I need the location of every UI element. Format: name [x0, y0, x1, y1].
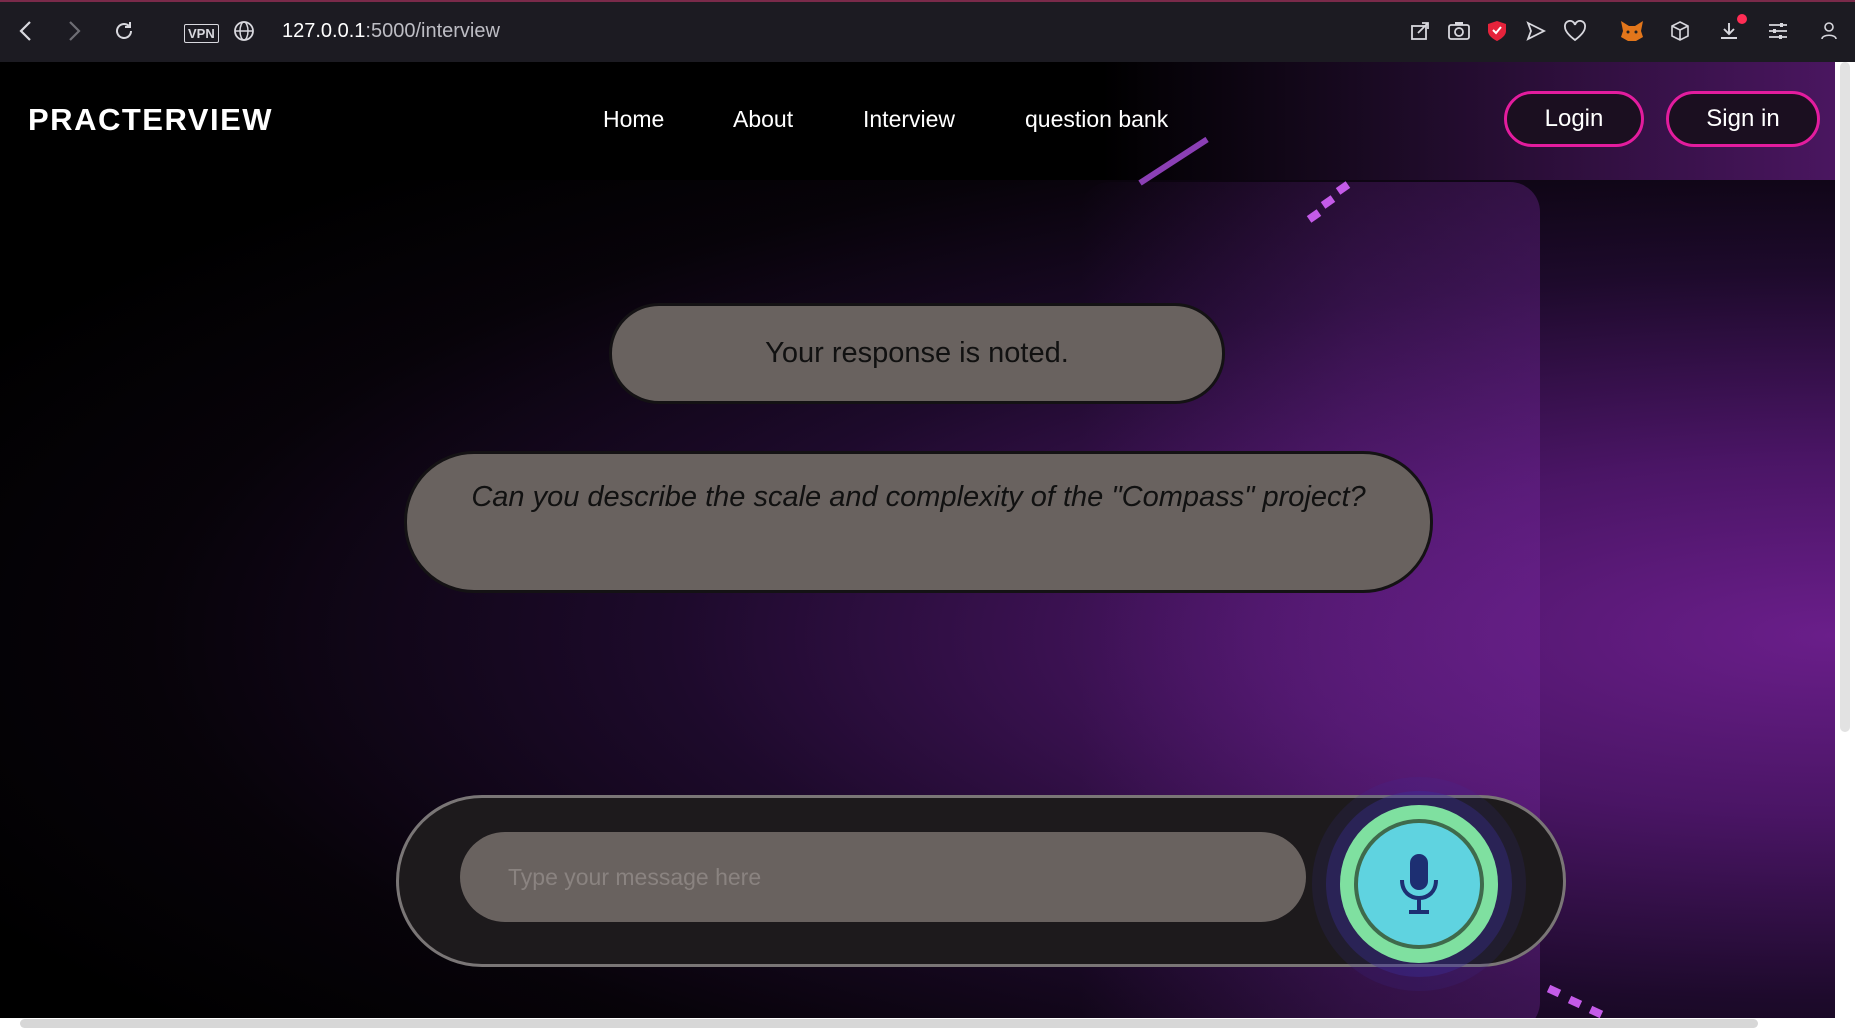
- nav-link-interview[interactable]: Interview: [863, 106, 955, 133]
- send-icon[interactable]: [1522, 17, 1550, 45]
- url-path: :5000/interview: [365, 20, 500, 42]
- decorative-dash: [1320, 195, 1336, 209]
- shield-icon[interactable]: [1483, 17, 1511, 45]
- status-message-bubble: Your response is noted.: [609, 303, 1225, 404]
- microphone-icon: [1354, 819, 1484, 949]
- camera-icon[interactable]: [1445, 17, 1473, 45]
- vertical-scrollbar[interactable]: [1840, 62, 1850, 732]
- metamask-fox-icon[interactable]: [1618, 17, 1646, 45]
- message-input[interactable]: [460, 832, 1306, 922]
- decorative-dash: [1335, 181, 1351, 195]
- decorative-dash: [1567, 995, 1583, 1009]
- heart-icon[interactable]: [1561, 17, 1589, 45]
- cube-icon[interactable]: [1666, 17, 1694, 45]
- interview-page: PRACTERVIEW Home About Interview questio…: [0, 62, 1835, 1018]
- navbar: PRACTERVIEW Home About Interview questio…: [0, 62, 1835, 180]
- decorative-dash: [1306, 209, 1322, 223]
- address-bar[interactable]: 127.0.0.1:5000/interview: [282, 20, 500, 43]
- back-icon[interactable]: [12, 17, 40, 45]
- menu-settings-icon[interactable]: [1764, 17, 1792, 45]
- reload-icon[interactable]: [110, 17, 138, 45]
- nav-link-question-bank[interactable]: question bank: [1025, 106, 1168, 133]
- question-bubble: Can you describe the scale and complexit…: [404, 451, 1433, 593]
- nav-link-about[interactable]: About: [733, 106, 793, 133]
- vpn-badge[interactable]: VPN: [184, 24, 219, 43]
- signin-button[interactable]: Sign in: [1666, 91, 1820, 147]
- url-host: 127.0.0.1: [282, 20, 366, 42]
- decorative-dash: [1546, 984, 1562, 998]
- forward-icon[interactable]: [60, 17, 88, 45]
- login-button[interactable]: Login: [1504, 91, 1644, 147]
- decorative-dash: [1588, 1005, 1604, 1018]
- download-badge: [1737, 14, 1747, 24]
- share-icon[interactable]: [1406, 17, 1434, 45]
- profile-icon[interactable]: [1815, 17, 1843, 45]
- horizontal-scrollbar[interactable]: [20, 1019, 1758, 1028]
- site-logo[interactable]: PRACTERVIEW: [28, 102, 273, 138]
- mic-button[interactable]: [1340, 805, 1498, 963]
- globe-icon[interactable]: [230, 17, 258, 45]
- browser-toolbar: VPN 127.0.0.1:5000/interview: [0, 0, 1855, 62]
- nav-link-home[interactable]: Home: [603, 106, 664, 133]
